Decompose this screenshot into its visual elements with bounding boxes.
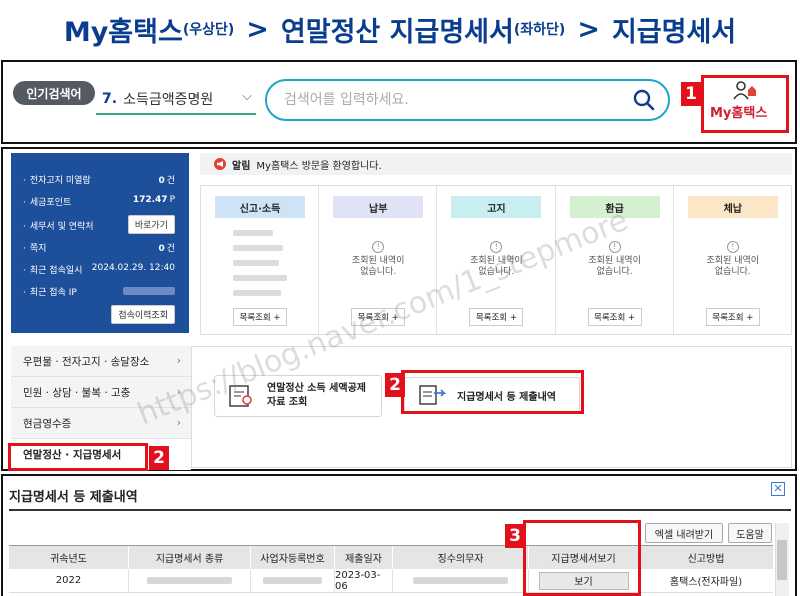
card-title[interactable]: 고지 <box>451 196 542 218</box>
sidebar-label: 최근 접속일시 <box>23 263 83 276</box>
myhometax-link[interactable]: My홈택스 <box>710 102 767 121</box>
list-view-button[interactable]: 목록조회 + <box>705 308 760 326</box>
cell-method: 홈택스(전자파일) <box>669 577 743 588</box>
popular-rank: 7. <box>102 91 118 107</box>
search-placeholder: 검색어를 입력하세요. <box>284 92 409 108</box>
heading-part2-note: (좌하단) <box>513 22 566 38</box>
masked-content <box>233 230 289 305</box>
card-title[interactable]: 신고·소득 <box>215 196 305 218</box>
table-row: 2022 2023-03-06 보기 홈택스(전자파일) <box>9 569 773 593</box>
notice-bar: 알림 My홈택스 방문을 환영합니다. <box>200 153 792 175</box>
heading-part1-note: (우상단) <box>182 22 235 38</box>
statement-submission-highlight <box>401 370 584 414</box>
chevron-right-icon: › <box>176 355 181 367</box>
heading-separator: > <box>577 13 600 45</box>
sidebar-label: 쪽지 <box>23 241 47 254</box>
column-header: 지급명세서 종류 <box>129 546 251 569</box>
heading-part1: My홈택스 <box>63 16 183 48</box>
speaker-icon <box>214 158 226 170</box>
list-view-button[interactable]: 목록조회 + <box>469 308 524 326</box>
menu-item-mail[interactable]: 우편물 · 전자고지 · 송달장소 › <box>11 346 191 377</box>
shortcut-button[interactable]: 바로가기 <box>127 215 175 234</box>
cell-masked <box>251 569 335 592</box>
popular-search-badge: 인기검색어 <box>13 81 95 105</box>
help-button[interactable]: 도움말 <box>728 523 772 543</box>
close-icon[interactable]: ✕ <box>771 482 785 496</box>
cell-masked <box>129 569 251 592</box>
heading-part2: 연말정산 지급명세서 <box>280 16 514 48</box>
year-end-highlight <box>8 443 148 471</box>
account-summary-sidebar: 전자고지 미열람 0건 세금포인트 172.47P 세무서 및 연락처 바로가기… <box>11 153 189 333</box>
sidebar-label: 세금포인트 <box>23 195 71 208</box>
card-delinquent: 체납 ! 조회된 내역이 없습니다. 목록조회 + <box>674 186 791 334</box>
search-icon[interactable] <box>632 88 656 116</box>
info-icon: ! <box>726 241 739 253</box>
column-header: 사업자등록번호 <box>251 546 335 569</box>
view-column-highlight <box>523 520 641 596</box>
sidebar-value[interactable]: 0건 <box>158 241 175 254</box>
cell-submit-date: 2023-03-06 <box>335 569 393 592</box>
sidebar-label: 세무서 및 연락처 <box>23 219 94 232</box>
heading-separator: > <box>246 13 269 45</box>
sidebar-value[interactable]: 0건 <box>158 173 175 186</box>
sidebar-value: 2024.02.29. 12:40 <box>91 263 175 273</box>
info-icon: ! <box>372 241 385 253</box>
list-view-button[interactable]: 목록조회 + <box>587 308 642 326</box>
scrollbar-thumb[interactable] <box>777 540 787 580</box>
sidebar-label: 최근 접속 IP <box>23 285 77 298</box>
chevron-down-icon: ⌵ <box>242 89 252 104</box>
step-marker-3: 3 <box>505 524 525 548</box>
excel-download-button[interactable]: 엑셀 내려받기 <box>645 523 723 543</box>
table-header: 귀속년도 지급명세서 종류 사업자등록번호 제출일자 징수의무자 지급명세서보기… <box>9 545 773 569</box>
card-title[interactable]: 체납 <box>687 196 778 218</box>
result-title: 지급명세서 등 제출내역 <box>9 490 138 505</box>
notice-title: 알림 <box>232 160 251 172</box>
step-marker-2: 2 <box>149 446 169 470</box>
notice-message: My홈택스 방문을 환영합니다. <box>256 160 382 172</box>
card-title[interactable]: 납부 <box>333 196 424 218</box>
heading-part3: 지급명세서 <box>611 16 737 48</box>
cell-masked <box>393 569 529 592</box>
column-header: 제출일자 <box>335 546 393 569</box>
column-header: 귀속년도 <box>9 546 129 569</box>
guide-heading: My홈택스 (우상단) > 연말정산 지급명세서 (좌하단) > 지급명세서 <box>0 0 800 58</box>
sidebar-value: 172.47 P <box>132 195 175 205</box>
cell-year: 2022 <box>9 569 129 592</box>
list-view-button[interactable]: 목록조회 + <box>233 308 287 326</box>
column-header: 징수의무자 <box>393 546 529 569</box>
sidebar-label: 전자고지 미열람 <box>23 173 91 186</box>
step-marker-1: 1 <box>681 82 701 106</box>
column-header: 신고방법 <box>687 554 725 565</box>
access-history-button[interactable]: 접속이력조회 <box>111 305 175 324</box>
title-divider <box>9 509 791 511</box>
popular-term: 소득금액증명원 <box>123 92 214 108</box>
card-report-income: 신고·소득 목록조회 + <box>201 186 320 334</box>
masked-ip <box>123 287 175 295</box>
popular-search-select[interactable]: 7. 소득금액증명원 ⌵ <box>96 85 256 115</box>
